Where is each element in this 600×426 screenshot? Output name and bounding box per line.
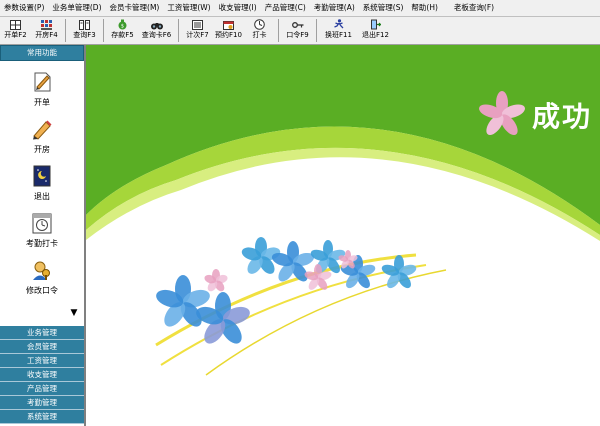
exit-label: 退出F12: [362, 31, 389, 39]
sidebar-tool-exit[interactable]: 退出: [0, 165, 84, 202]
group-list: 业务管理 会员管理 工资管理 收支管理 产品管理 考勤管理 系统管理: [0, 326, 84, 424]
scroll-down-arrow-icon[interactable]: ▼: [68, 307, 80, 319]
toolbar-separator: [65, 19, 66, 42]
menu-products[interactable]: 产品管理(C): [261, 0, 310, 16]
count-label: 计次F7: [186, 31, 209, 39]
clock-in-label: 打卡: [252, 31, 267, 39]
money-bag-icon: $: [117, 19, 129, 30]
group-members[interactable]: 会员管理: [0, 340, 84, 354]
query-label: 查询F3: [73, 31, 96, 39]
toolbar-separator: [103, 19, 104, 42]
open-room-button[interactable]: 开房F4: [31, 17, 62, 44]
deposit-button[interactable]: $ 存款F5: [107, 17, 138, 44]
shift-change-button[interactable]: 换班F11: [320, 17, 357, 44]
svg-text:$: $: [121, 24, 124, 30]
sidebar-tool-open-room[interactable]: 开房: [0, 118, 84, 155]
sidebar-tool-open-order[interactable]: 开单: [0, 71, 84, 108]
sidebar-header[interactable]: 常用功能: [0, 45, 84, 61]
sidebar-tool-label: 考勤打卡: [26, 239, 58, 248]
main-banner: 成功: [86, 45, 600, 426]
exit-door-icon: [370, 19, 382, 30]
reserve-icon: [223, 19, 235, 30]
menu-help[interactable]: 帮助(H): [407, 0, 442, 16]
sidebar-tool-label: 退出: [34, 192, 50, 201]
query-card-label: 查询卡F6: [141, 31, 172, 39]
menu-income-expense[interactable]: 收支管理(I): [215, 0, 261, 16]
group-business[interactable]: 业务管理: [0, 326, 84, 340]
open-order-label: 开单F2: [4, 31, 27, 39]
exit-night-icon: [31, 165, 53, 187]
clock-icon: [254, 19, 266, 30]
toolbar-separator: [178, 19, 179, 42]
group-system[interactable]: 系统管理: [0, 410, 84, 424]
menu-param-settings[interactable]: 参数设置(P): [0, 0, 48, 16]
clock-in-button[interactable]: 打卡: [244, 17, 275, 44]
open-room-label: 开房F4: [35, 31, 58, 39]
count-icon: [192, 19, 204, 30]
reserve-label: 预约F10: [215, 31, 242, 39]
toolbar-separator: [278, 19, 279, 42]
timecard-icon: [31, 212, 53, 234]
order-icon: [31, 71, 53, 93]
key-icon: [291, 19, 304, 30]
password-label: 口令F9: [286, 31, 309, 39]
open-order-button[interactable]: 开单F2: [0, 17, 31, 44]
password-button[interactable]: 口令F9: [282, 17, 313, 44]
group-wages[interactable]: 工资管理: [0, 354, 84, 368]
menu-wages[interactable]: 工资管理(W): [163, 0, 214, 16]
sidebar: 常用功能 开单 开房 退出 考勤打卡 修改口令 ▼ 业务管理 会员管理 工资管理: [0, 45, 86, 426]
query-button[interactable]: 查询F3: [69, 17, 100, 44]
grid-icon: [10, 19, 22, 30]
pencil-icon: [31, 118, 53, 140]
banner-artwork: [86, 45, 600, 426]
sidebar-tool-attendance[interactable]: 考勤打卡: [0, 212, 84, 249]
menu-member-cards[interactable]: 会员卡管理(M): [106, 0, 164, 16]
menu-boss-query[interactable]: 老板查询(F): [450, 0, 498, 16]
binoculars-icon: [150, 19, 163, 30]
exit-button[interactable]: 退出F12: [357, 17, 394, 44]
group-products[interactable]: 产品管理: [0, 382, 84, 396]
menu-attendance[interactable]: 考勤管理(A): [310, 0, 359, 16]
menu-system[interactable]: 系统管理(S): [359, 0, 408, 16]
reserve-button[interactable]: 预约F10: [213, 17, 244, 44]
room-grid-icon: [41, 19, 53, 30]
count-button[interactable]: 计次F7: [182, 17, 213, 44]
group-attendance[interactable]: 考勤管理: [0, 396, 84, 410]
group-income-expense[interactable]: 收支管理: [0, 368, 84, 382]
sidebar-tool-change-password[interactable]: 修改口令: [0, 259, 84, 296]
sidebar-tool-label: 修改口令: [26, 286, 58, 295]
toolbar: 开单F2 开房F4 查询F3 $ 存款F5 查询卡F6 计次F7 预约F10 打…: [0, 17, 600, 45]
query-icon: [79, 19, 91, 30]
toolbar-separator: [316, 19, 317, 42]
deposit-label: 存款F5: [111, 31, 134, 39]
runner-icon: [333, 19, 345, 30]
menu-bar: 参数设置(P) 业务单管理(D) 会员卡管理(M) 工资管理(W) 收支管理(I…: [0, 0, 600, 17]
sidebar-tool-label: 开单: [34, 98, 50, 107]
menu-business-orders[interactable]: 业务单管理(D): [48, 0, 105, 16]
banner-title: 成功: [532, 100, 593, 133]
password-user-icon: [31, 259, 53, 281]
query-card-button[interactable]: 查询卡F6: [138, 17, 175, 44]
shift-change-label: 换班F11: [325, 31, 352, 39]
sidebar-tool-label: 开房: [34, 145, 50, 154]
